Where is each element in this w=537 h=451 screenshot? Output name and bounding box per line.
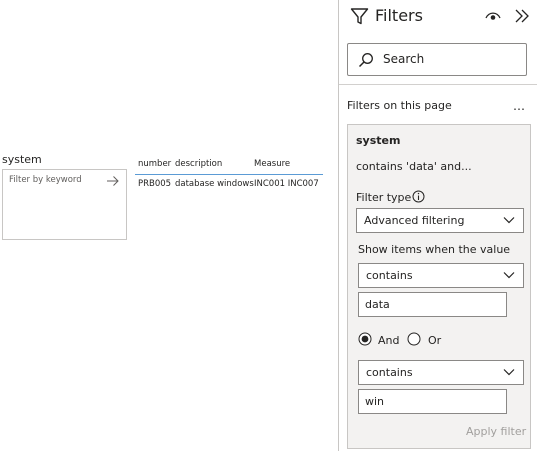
apply-filter-button[interactable]: Apply filter: [466, 425, 526, 438]
filter-type-label: Filter type: [356, 191, 412, 204]
condition2-operator-dropdown[interactable]: contains: [358, 360, 524, 385]
chevron-down-icon: [503, 217, 515, 224]
or-radio[interactable]: [407, 332, 421, 346]
filter-pane-title: Filters: [375, 6, 423, 25]
table-header-divider: [135, 174, 323, 175]
table-cell: database windows: [175, 179, 254, 189]
keyword-slicer: Filter by keyword: [2, 169, 127, 240]
filter-card-summary: contains 'data' and...: [356, 160, 472, 173]
condition2-value: win: [365, 395, 385, 408]
filter-type-value: Advanced filtering: [364, 214, 465, 227]
info-icon[interactable]: [412, 190, 425, 203]
or-label: Or: [428, 334, 442, 347]
column-header-number[interactable]: number: [138, 159, 171, 169]
condition2-value-input[interactable]: win: [358, 389, 507, 414]
and-label: And: [378, 334, 400, 347]
column-header-measure[interactable]: Measure: [254, 159, 290, 169]
table-cell: PRB005: [138, 179, 172, 189]
slicer-title: system: [2, 153, 42, 166]
more-options-icon[interactable]: …: [513, 99, 526, 113]
condition1-value-input[interactable]: data: [358, 292, 507, 317]
search-label: Search: [383, 52, 425, 66]
search-input[interactable]: Search: [347, 43, 527, 76]
search-icon: [358, 53, 373, 68]
show-items-label: Show items when the value: [358, 243, 511, 256]
pane-divider: [339, 84, 537, 85]
column-header-description[interactable]: description: [175, 159, 222, 169]
condition1-value: data: [365, 298, 390, 311]
arrow-right-icon[interactable]: [106, 175, 120, 187]
filter-card-field[interactable]: system: [356, 134, 400, 147]
filter-icon: [350, 8, 369, 25]
condition2-operator-value: contains: [366, 366, 413, 379]
and-radio[interactable]: [358, 332, 372, 346]
slicer-placeholder: Filter by keyword: [9, 175, 82, 185]
chevron-down-icon: [503, 369, 515, 376]
eye-icon[interactable]: [485, 10, 501, 22]
collapse-pane-icon[interactable]: [514, 9, 530, 23]
slicer-keyword-input[interactable]: Filter by keyword: [3, 170, 126, 194]
filter-type-dropdown[interactable]: Advanced filtering: [356, 208, 524, 233]
condition1-operator-dropdown[interactable]: contains: [358, 263, 524, 288]
filters-on-page-heading: Filters on this page: [347, 99, 452, 112]
condition1-operator-value: contains: [366, 269, 413, 282]
table-cell: INC001 INC007: [254, 179, 319, 189]
chevron-down-icon: [503, 272, 515, 279]
